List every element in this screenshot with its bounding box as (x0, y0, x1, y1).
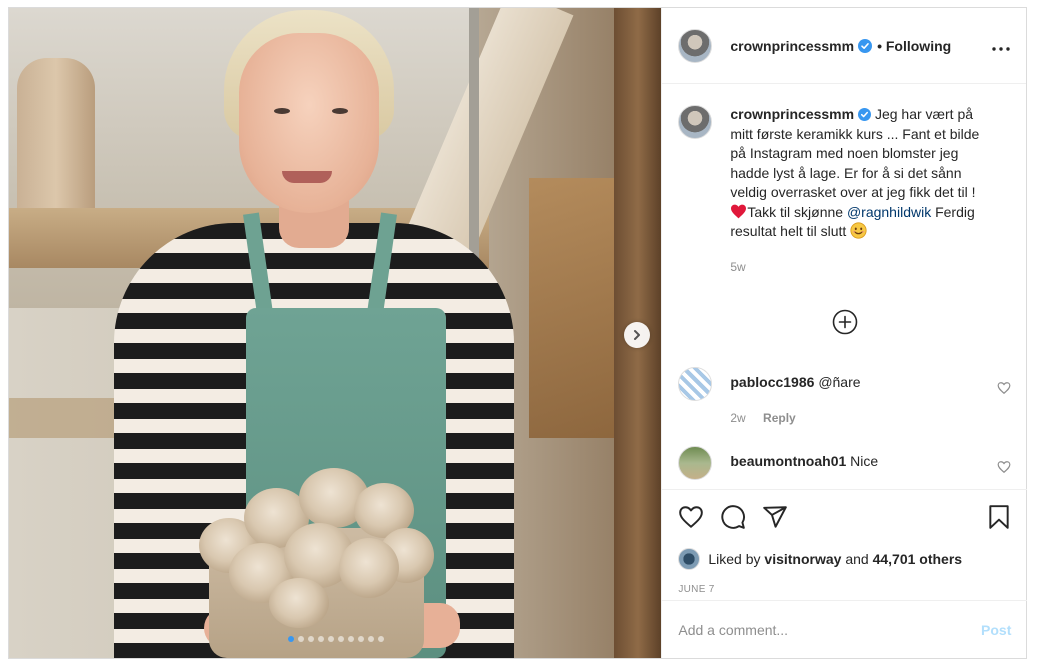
photo-mouth (282, 171, 332, 183)
heart-icon (679, 506, 704, 528)
comment-message: @ñare (818, 374, 861, 390)
like-button[interactable] (678, 505, 704, 529)
verified-badge-icon (858, 108, 872, 121)
comment-input[interactable] (678, 621, 982, 638)
ceramic-rose (269, 578, 329, 628)
carousel-next-button[interactable] (624, 322, 650, 348)
following-button[interactable]: • Following (877, 38, 951, 54)
carousel-dot (367, 636, 374, 642)
comment-row: beaumontnoah01 Nice (678, 446, 1011, 480)
carousel-indicator (9, 636, 661, 642)
caption-text-part: Takk til skjønne (747, 203, 847, 220)
action-icons (678, 500, 1011, 534)
comment-row: pablocc1986 @ñare 2w Reply (678, 367, 1011, 428)
carousel-dot (327, 636, 334, 642)
likes-summary: Liked by visitnorway and 44,701 others (678, 548, 1011, 570)
caption-username[interactable]: crownprincessmm (730, 106, 854, 122)
carousel-dot (297, 636, 304, 642)
share-button[interactable] (762, 504, 788, 530)
likes-prefix: Liked by (708, 551, 761, 567)
carousel-dot (317, 636, 324, 642)
reply-button[interactable]: Reply (763, 411, 796, 425)
caption-avatar[interactable] (678, 105, 713, 139)
photo-eye-left (274, 108, 290, 114)
liker-avatar[interactable] (678, 548, 701, 570)
add-comment-bar: Post (662, 600, 1028, 658)
comment-avatar[interactable] (678, 446, 713, 480)
carousel-dot (287, 636, 294, 642)
caption-body: crownprincessmm Jeg har vært på mitt før… (730, 105, 990, 277)
header-username[interactable]: crownprincessmm (730, 38, 854, 54)
caption-row: crownprincessmm Jeg har vært på mitt før… (678, 105, 1011, 277)
carousel-dot (307, 636, 314, 642)
comment-username[interactable]: pablocc1986 (730, 374, 814, 390)
caption-age: 5w (730, 259, 746, 274)
bookmark-icon (989, 505, 1010, 529)
comment-body: pablocc1986 @ñare 2w Reply (730, 367, 970, 428)
comment-bubble-icon (721, 505, 746, 529)
verified-badge-icon (858, 38, 873, 53)
ceramic-rose (339, 538, 399, 598)
likes-and: and (845, 551, 869, 567)
liker-username[interactable]: visitnorway (764, 551, 841, 567)
comment-button[interactable] (720, 504, 746, 530)
plus-circle-icon (832, 309, 858, 335)
comment-avatar[interactable] (678, 367, 713, 401)
comment-meta: 2w Reply (730, 409, 970, 429)
photo-ceramic-flower-box (189, 448, 439, 658)
post-actions: Liked by visitnorway and 44,701 others J… (662, 489, 1028, 595)
comment-text: pablocc1986 @ñare (730, 373, 970, 393)
avatar[interactable] (678, 28, 713, 63)
paper-plane-icon (763, 506, 788, 528)
comment-age: 2w (730, 410, 746, 425)
post-header: crownprincessmm • Following (662, 8, 1026, 84)
caption-text: crownprincessmm Jeg har vært på mitt før… (730, 105, 990, 242)
post-sidebar: crownprincessmm • Following crownprinces… (661, 8, 1028, 658)
carousel-dot (347, 636, 354, 642)
smile-emoji-icon (850, 222, 867, 239)
red-heart-icon (731, 204, 747, 218)
chevron-right-icon (634, 330, 640, 340)
mention-link[interactable]: @ragnhildwik (847, 204, 931, 220)
like-comment-heart-icon[interactable] (997, 460, 1011, 474)
comment-message: Nice (850, 453, 879, 469)
photo-eye-right (332, 108, 348, 114)
photo-vase (17, 58, 95, 228)
carousel-dot (357, 636, 364, 642)
photo-face (239, 33, 379, 213)
load-more-comments-button[interactable] (678, 309, 1011, 335)
post-modal: crownprincessmm • Following crownprinces… (8, 7, 1028, 659)
like-comment-heart-icon[interactable] (997, 381, 1011, 395)
post-comment-button[interactable]: Post (981, 622, 1011, 638)
post-photo[interactable] (9, 8, 662, 658)
save-button[interactable] (987, 504, 1011, 530)
comment-body: beaumontnoah01 Nice (730, 446, 970, 480)
comments-list[interactable]: crownprincessmm Jeg har vært på mitt før… (662, 85, 1027, 489)
carousel-dot (377, 636, 384, 642)
more-options-icon[interactable] (992, 35, 1010, 56)
comment-username[interactable]: beaumontnoah01 (730, 453, 846, 469)
likes-count-link[interactable]: 44,701 others (873, 551, 963, 567)
comment-text: beaumontnoah01 Nice (730, 452, 970, 472)
post-date[interactable]: JUNE 7 (678, 584, 1011, 595)
carousel-dot (337, 636, 344, 642)
